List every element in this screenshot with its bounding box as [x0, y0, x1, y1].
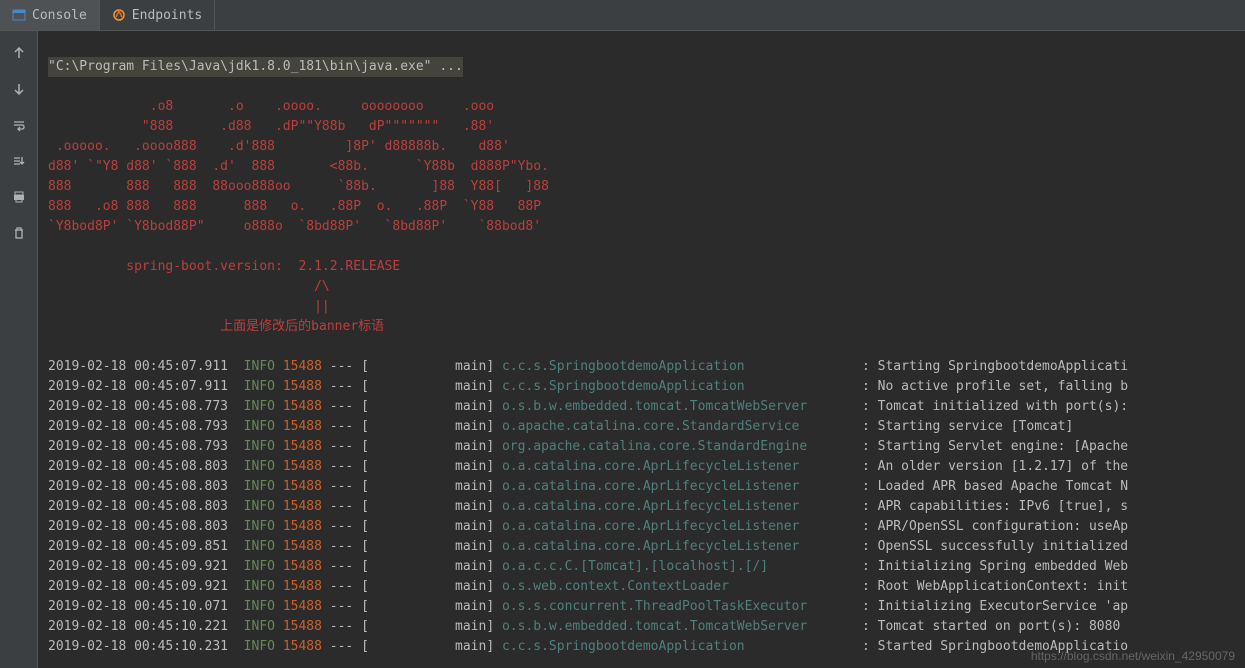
- console-output[interactable]: "C:\Program Files\Java\jdk1.8.0_181\bin\…: [38, 31, 1245, 668]
- scroll-to-end-button[interactable]: [7, 149, 31, 173]
- tab-console-label: Console: [32, 8, 87, 23]
- print-button[interactable]: [7, 185, 31, 209]
- tab-endpoints-label: Endpoints: [132, 8, 202, 23]
- log-line: 2019-02-18 00:45:09.921 INFO 15488 --- […: [48, 577, 1235, 597]
- console-icon: [12, 8, 26, 22]
- soft-wrap-button[interactable]: [7, 113, 31, 137]
- scroll-up-button[interactable]: [7, 41, 31, 65]
- log-line: 2019-02-18 00:45:09.921 INFO 15488 --- […: [48, 557, 1235, 577]
- tab-console[interactable]: Console: [0, 0, 100, 30]
- log-line: 2019-02-18 00:45:08.773 INFO 15488 --- […: [48, 397, 1235, 417]
- log-line: 2019-02-18 00:45:07.911 INFO 15488 --- […: [48, 377, 1235, 397]
- log-line: 2019-02-18 00:45:10.221 INFO 15488 --- […: [48, 617, 1235, 637]
- log-line: 2019-02-18 00:45:08.793 INFO 15488 --- […: [48, 417, 1235, 437]
- log-line: 2019-02-18 00:45:08.803 INFO 15488 --- […: [48, 477, 1235, 497]
- scroll-down-button[interactable]: [7, 77, 31, 101]
- log-line: 2019-02-18 00:45:08.793 INFO 15488 --- […: [48, 437, 1235, 457]
- command-line: "C:\Program Files\Java\jdk1.8.0_181\bin\…: [48, 57, 463, 77]
- spring-banner: .o8 .o .oooo. oooooooo .ooo "888 .d88 .d…: [48, 99, 549, 334]
- log-line: 2019-02-18 00:45:08.803 INFO 15488 --- […: [48, 517, 1235, 537]
- log-line: 2019-02-18 00:45:09.851 INFO 15488 --- […: [48, 537, 1235, 557]
- log-line: 2019-02-18 00:45:08.803 INFO 15488 --- […: [48, 497, 1235, 517]
- clear-button[interactable]: [7, 221, 31, 245]
- log-lines: 2019-02-18 00:45:07.911 INFO 15488 --- […: [48, 357, 1235, 657]
- console-toolbar: [0, 31, 38, 668]
- tab-endpoints[interactable]: Endpoints: [100, 0, 215, 30]
- tabs-bar: Console Endpoints: [0, 0, 1245, 31]
- log-line: 2019-02-18 00:45:10.071 INFO 15488 --- […: [48, 597, 1235, 617]
- endpoints-icon: [112, 8, 126, 22]
- watermark: https://blog.csdn.net/weixin_42950079: [1031, 646, 1235, 666]
- log-line: 2019-02-18 00:45:08.803 INFO 15488 --- […: [48, 457, 1235, 477]
- log-line: 2019-02-18 00:45:07.911 INFO 15488 --- […: [48, 357, 1235, 377]
